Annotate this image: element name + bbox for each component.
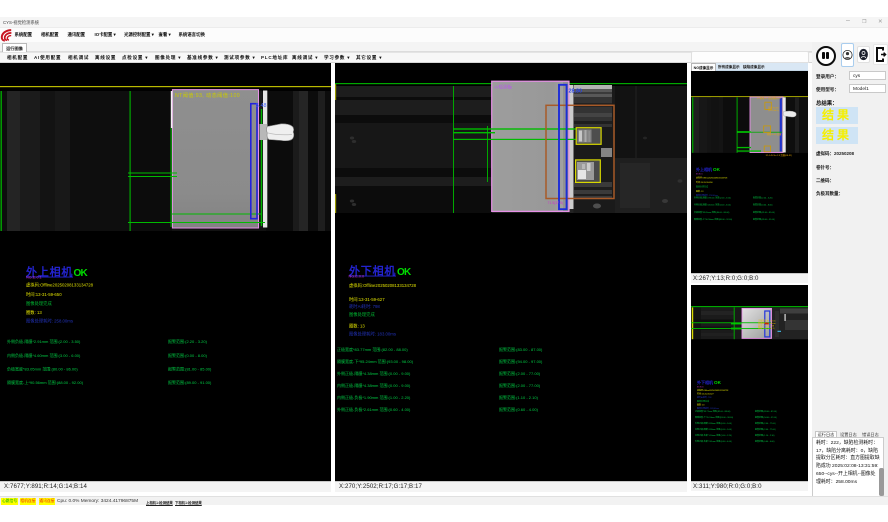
- svg-text:报警范围:(83.00 - 87.00): 报警范围:(83.00 - 87.00): [499, 346, 543, 352]
- svg-text:NG:E:0:1: NG:E:0:1: [696, 173, 703, 175]
- svg-text:OK: OK: [713, 167, 721, 172]
- svg-text:外上相机: 外上相机: [695, 166, 712, 172]
- svg-text:时间:13-31-59-650: 时间:13-31-59-650: [26, 291, 62, 298]
- svg-text:报警范围:(89.00 - 91.00): 报警范围:(89.00 - 91.00): [168, 379, 212, 385]
- svg-text:报警范围:(81.00 - 85.00): 报警范围:(81.00 - 85.00): [168, 366, 212, 372]
- svg-text:报警范围:(94.00 - 97.00): 报警范围:(94.00 - 97.00): [499, 358, 543, 364]
- svg-text:时间:13-31-59-627: 时间:13-31-59-627: [349, 296, 385, 303]
- svg-text:内侧正极-负极*1.90mm 范围:(1.00 - 2.20: 内侧正极-负极*1.90mm 范围:(1.00 - 2.20): [337, 394, 411, 400]
- svg-text:外下相机: 外下相机: [696, 379, 713, 385]
- svg-text:OK: OK: [74, 268, 89, 279]
- svg-text:NT阈值:93, 动态阈值:100: NT阈值:93, 动态阈值:100: [175, 91, 240, 99]
- svg-text:5.48: 5.48: [256, 103, 267, 109]
- svg-text:AI检测板: AI检测板: [494, 84, 513, 91]
- svg-text:71.5(37.5): 71.5(37.5): [548, 201, 563, 205]
- svg-text:OK: OK: [397, 267, 412, 278]
- svg-text:报警范围:(0.00 - 8.00): 报警范围:(0.00 - 8.00): [168, 352, 208, 358]
- svg-text:图像处理完成: 图像处理完成: [349, 311, 375, 318]
- svg-text:NG:E:0:0: NG:E:0:0: [697, 386, 704, 388]
- svg-text:正极宽度*83.77mm 范围:(82.00 - 88.00: 正极宽度*83.77mm 范围:(82.00 - 88.00): [337, 346, 408, 352]
- svg-text:虚拟码:Offline20250208133134728: 虚拟码:Offline20250208133134728: [349, 282, 417, 289]
- svg-text:(80.0-86.0): (80.0-86.0): [768, 110, 779, 112]
- svg-text:外侧负极-隔膜*2.91mm 范围:(2.00 - 3.50: 外侧负极-隔膜*2.91mm 范围:(2.00 - 3.50): [7, 338, 81, 344]
- svg-text:内侧负极-隔膜*4.60mm 范围:(3.00 - 6.00: 内侧负极-隔膜*4.60mm 范围:(3.00 - 6.00): [7, 352, 81, 358]
- svg-text:图像处理完成: 图像处理完成: [26, 300, 52, 307]
- svg-text:报警范围:(2.00 - 77.00): 报警范围:(2.00 - 77.00): [499, 370, 541, 376]
- svg-text:内侧正极-隔膜*4.38mm 范围:(0.00 - 9.00: 内侧正极-隔膜*4.38mm 范围:(0.00 - 9.00): [337, 382, 411, 388]
- svg-text:圈数: 13: 圈数: 13: [349, 323, 365, 330]
- svg-text:外侧正极-负极*2.61mm 范围:(0.60 - 4.00: 外侧正极-负极*2.61mm 范围:(0.60 - 4.00): [337, 406, 411, 412]
- svg-text:负极宽度*83.05mm 范围:(80.00 - 86.00: 负极宽度*83.05mm 范围:(80.00 - 86.00): [7, 366, 78, 372]
- svg-text:NG:E:0:1: NG:E:0:1: [26, 275, 42, 279]
- svg-text:图像处理耗时: 258.00ms: 图像处理耗时: 258.00ms: [26, 318, 73, 325]
- svg-text:图像处理耗时: 183.00ms: 图像处理耗时: 183.00ms: [349, 331, 396, 338]
- svg-text:报警范围:(1.10 - 2.10): 报警范围:(1.10 - 2.10): [499, 394, 539, 400]
- svg-text:隔膜宽度-上*90.56mm 范围:(88.00 - 92.: 隔膜宽度-上*90.56mm 范围:(88.00 - 92.00): [7, 379, 84, 385]
- svg-text:外侧正极-隔膜*4.38mm 范围:(0.00 - 9.00: 外侧正极-隔膜*4.38mm 范围:(0.00 - 9.00): [337, 370, 411, 376]
- svg-text:NG:E:0:0: NG:E:0:0: [349, 275, 365, 279]
- svg-text:报警范围:(2.20 - 3.20): 报警范围:(2.20 - 3.20): [168, 338, 208, 344]
- svg-text:OK: OK: [714, 380, 722, 385]
- svg-text:耗时AI耗时: 798: 耗时AI耗时: 798: [349, 303, 380, 310]
- svg-text:28.80: 28.80: [569, 89, 583, 95]
- svg-text:圈数: 13: 圈数: 13: [26, 309, 42, 316]
- svg-text:报警范围:(2.00 - 77.00): 报警范围:(2.00 - 77.00): [499, 382, 541, 388]
- svg-text:虚拟码:Offline20250208133134728: 虚拟码:Offline20250208133134728: [26, 281, 94, 288]
- svg-text:隔膜宽度-下*95.24mm 范围:(93.00 - 98.: 隔膜宽度-下*95.24mm 范围:(93.00 - 98.00): [337, 358, 414, 364]
- svg-text:报警范围:(0.60 - 4.00): 报警范围:(0.60 - 4.00): [499, 406, 539, 412]
